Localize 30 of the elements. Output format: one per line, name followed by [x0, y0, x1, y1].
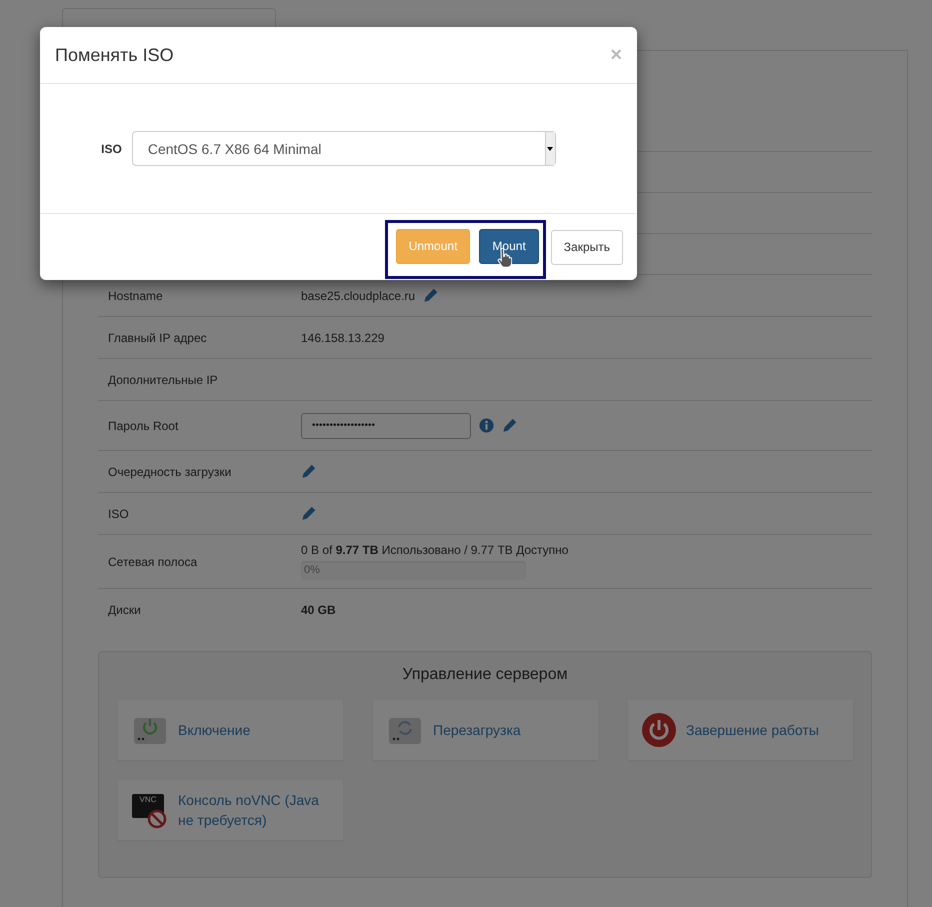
- detail-value: base25.cloudplace.ru: [301, 288, 416, 302]
- detail-label: Hostname: [108, 288, 164, 302]
- action-card[interactable]: Включение: [118, 700, 343, 760]
- power-icon: [642, 713, 676, 747]
- password-field[interactable]: ••••••••••••••••••: [301, 412, 471, 438]
- bandwidth-usage: 0 B of 9.77 TB Использовано / 9.77 TB Доступно: [301, 543, 568, 557]
- detail-label: Сетевая полоса: [108, 554, 198, 568]
- field-label: ISO: [101, 142, 122, 156]
- close-button[interactable]: Закрыть: [550, 230, 623, 264]
- detail-value: 40 GB: [301, 602, 336, 616]
- caret-icon: [547, 146, 554, 150]
- detail-value: 146.158.13.229: [301, 330, 384, 344]
- action-card[interactable]: Перезагрузка: [373, 700, 598, 760]
- pencil-icon[interactable]: [502, 418, 517, 433]
- detail-label: Очередность загрузки: [108, 464, 232, 478]
- detail-label: Дополнительные IP: [108, 372, 219, 386]
- pencil-icon[interactable]: [301, 464, 316, 479]
- pencil-icon[interactable]: [301, 506, 316, 521]
- modal-title: Поменять ISO: [55, 44, 174, 66]
- pencil-icon[interactable]: [423, 288, 438, 303]
- prohibited-icon: [147, 809, 167, 829]
- detail-label: Диски: [108, 602, 142, 616]
- action-card[interactable]: Завершение работы: [628, 700, 853, 760]
- detail-label: Главный IP адрес: [108, 330, 208, 344]
- panel-title: Управление сервером: [401, 666, 569, 684]
- detail-label: Пароль Root: [108, 418, 180, 432]
- iso-select[interactable]: CentOS 6.7 X86 64 Minimal: [132, 131, 556, 166]
- info-icon[interactable]: [479, 418, 494, 433]
- detail-label: ISO: [108, 506, 130, 520]
- action-card[interactable]: VNC Консоль noVNC (Java не требуется): [118, 780, 343, 840]
